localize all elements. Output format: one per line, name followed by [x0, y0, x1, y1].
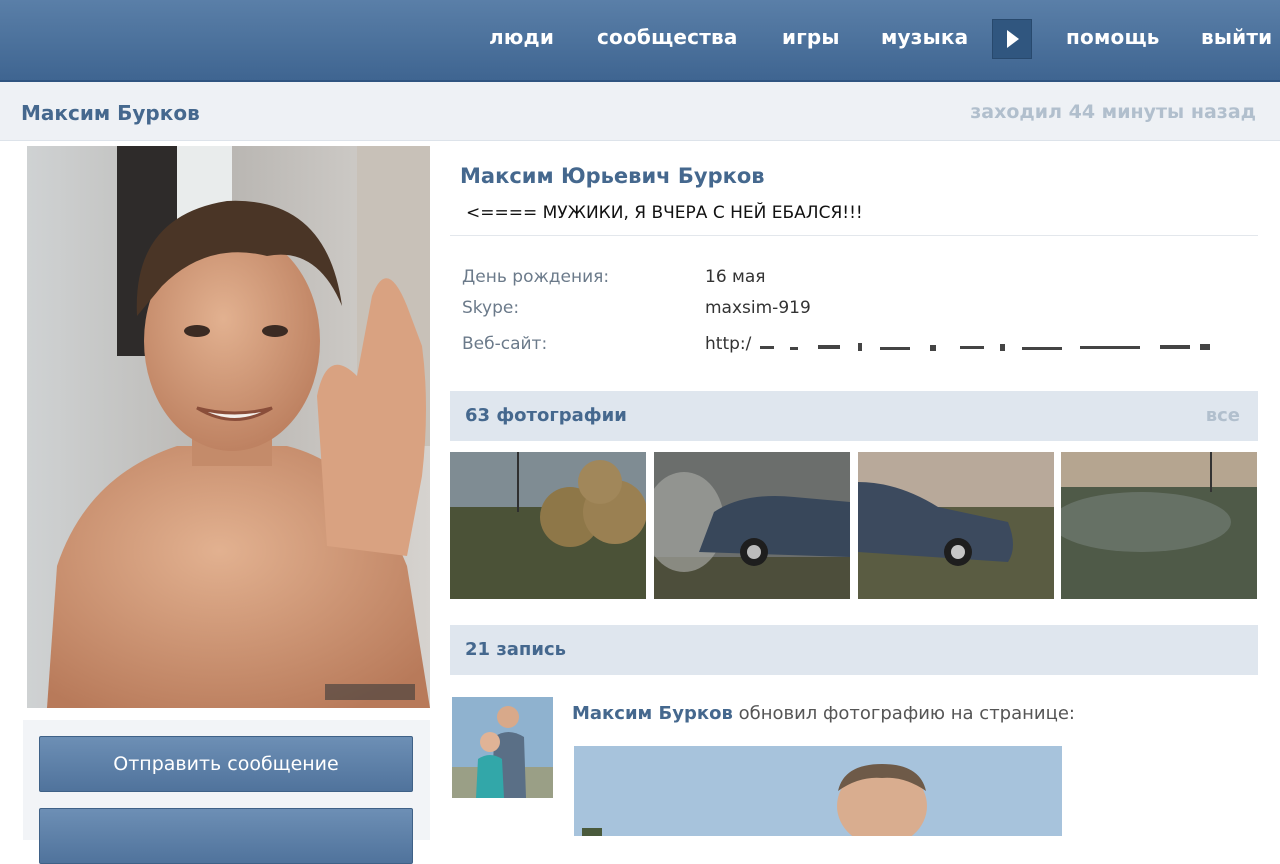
- info-label-birthday: День рождения:: [462, 267, 610, 287]
- nav-link-help[interactable]: помощь: [1066, 25, 1160, 49]
- play-button[interactable]: [992, 19, 1032, 59]
- profile-status: <==== МУЖИКИ, Я ВЧЕРА С НЕЙ ЕБАЛСЯ!!!: [466, 203, 863, 223]
- photos-all-link[interactable]: все: [1206, 405, 1240, 426]
- photo-thumbnail[interactable]: [1061, 452, 1257, 599]
- nav-link-games[interactable]: игры: [782, 25, 840, 49]
- secondary-action-button[interactable]: [39, 808, 413, 864]
- profile-photo[interactable]: [27, 146, 430, 708]
- info-label-website: Веб-сайт:: [462, 334, 548, 354]
- info-value-website[interactable]: http:/: [705, 334, 751, 354]
- nav-link-communities[interactable]: сообщества: [597, 25, 738, 49]
- website-obscured: [760, 343, 1215, 353]
- wall-section-header: 21 запись: [450, 625, 1258, 675]
- profile-photo-image: [27, 146, 430, 708]
- post-author-avatar[interactable]: [452, 697, 553, 798]
- photo-thumbnail[interactable]: [450, 452, 646, 599]
- info-value-skype: maxsim-919: [705, 298, 811, 318]
- profile-header: Максим Бурков заходил 44 минуты назад: [0, 82, 1280, 141]
- play-icon: [1007, 30, 1019, 48]
- send-message-button[interactable]: Отправить сообщение: [39, 736, 413, 792]
- info-value-birthday: 16 мая: [705, 267, 766, 287]
- profile-full-name: Максим Юрьевич Бурков: [460, 164, 765, 188]
- nav-link-logout[interactable]: выйти: [1201, 25, 1272, 49]
- post-action-text: обновил фотографию на странице:: [732, 703, 1075, 724]
- wall-posts-count[interactable]: 21 запись: [465, 639, 566, 660]
- last-seen-text: заходил 44 минуты назад: [970, 101, 1256, 123]
- photos-section-header: 63 фотографии все: [450, 391, 1258, 441]
- post-header: Максим Бурков обновил фотографию на стра…: [572, 703, 1075, 724]
- photos-count-title[interactable]: 63 фотографии: [465, 405, 627, 426]
- nav-link-music[interactable]: музыка: [881, 25, 968, 49]
- photo-thumbnail[interactable]: [654, 452, 850, 599]
- profile-header-name: Максим Бурков: [21, 101, 200, 125]
- divider: [450, 235, 1258, 236]
- info-label-skype: Skype:: [462, 298, 520, 318]
- post-photo[interactable]: [574, 746, 1062, 836]
- nav-link-people[interactable]: люди: [489, 25, 554, 49]
- post-author-link[interactable]: Максим Бурков: [572, 703, 733, 724]
- photo-thumbnail[interactable]: [858, 452, 1054, 599]
- top-navigation-bar: люди сообщества игры музыка помощь выйти: [0, 0, 1280, 82]
